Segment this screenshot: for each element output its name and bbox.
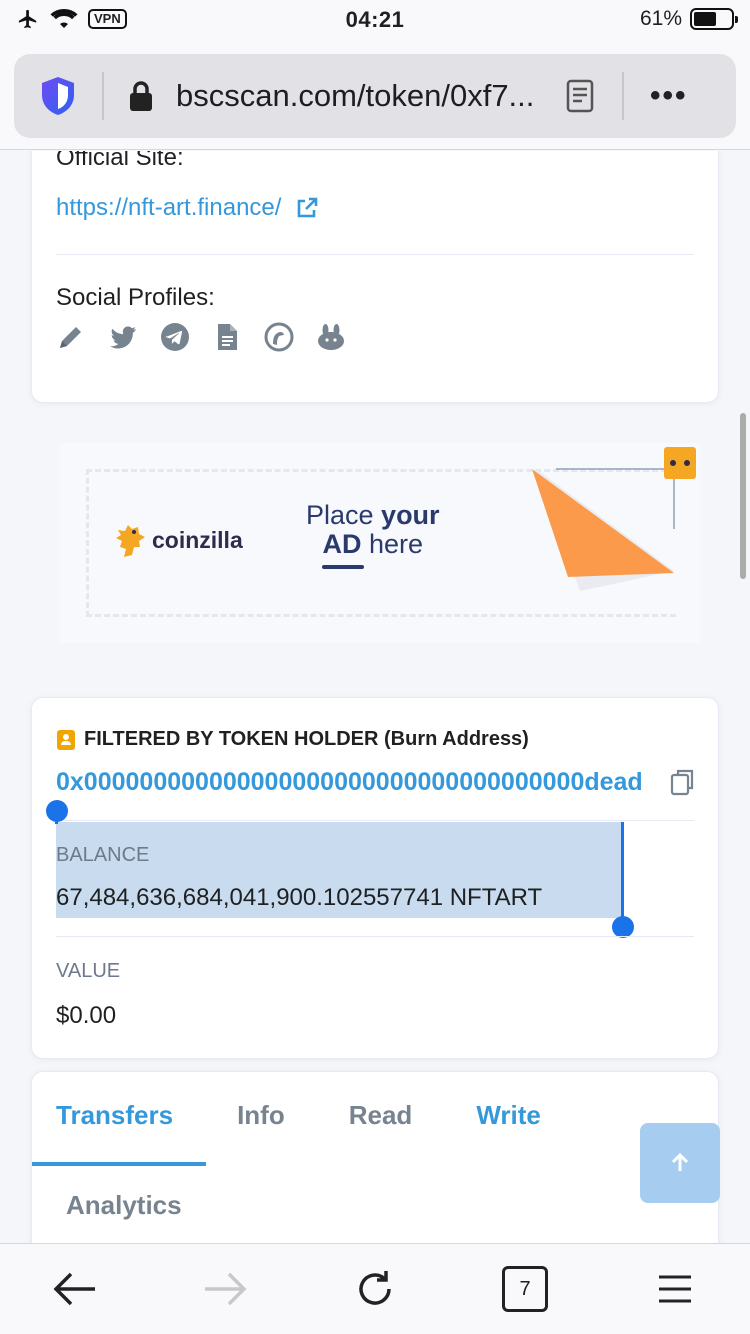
status-bar: VPN 04:21 61% bbox=[0, 0, 750, 42]
place-ad-line1a: Place bbox=[306, 500, 382, 530]
twitter-icon[interactable] bbox=[108, 322, 138, 352]
coingecko-icon[interactable] bbox=[264, 322, 294, 352]
place-ad-line2a: AD bbox=[322, 529, 362, 559]
lock-icon bbox=[130, 81, 152, 111]
document-icon[interactable] bbox=[212, 322, 242, 352]
scroll-to-top-button[interactable] bbox=[640, 1123, 720, 1203]
pencil-icon[interactable] bbox=[56, 322, 86, 352]
social-icons bbox=[56, 322, 346, 352]
coinzilla-text: coinzilla bbox=[152, 526, 243, 553]
filter-title: FILTERED BY TOKEN HOLDER (Burn Address) bbox=[56, 728, 529, 751]
token-holder-card: FILTERED BY TOKEN HOLDER (Burn Address) … bbox=[31, 697, 719, 1059]
holder-address-link[interactable]: 0x000000000000000000000000000000000000de… bbox=[56, 768, 646, 797]
contact-book-icon bbox=[57, 729, 75, 750]
arrow-up-icon bbox=[671, 1152, 689, 1171]
value-label: VALUE bbox=[56, 960, 121, 982]
address-bar[interactable]: bscscan.com/token/0xf7... ••• bbox=[14, 54, 736, 138]
divider bbox=[102, 72, 104, 120]
battery-percent: 61% bbox=[639, 7, 682, 30]
token-info-card: Official Site: https://nft-art.finance/ … bbox=[31, 151, 719, 403]
tab-analytics[interactable]: Analytics bbox=[66, 1190, 182, 1221]
telegram-icon[interactable] bbox=[160, 322, 190, 352]
balance-label: BALANCE bbox=[56, 844, 150, 866]
pancakeswap-icon[interactable] bbox=[316, 322, 346, 352]
ad-underline bbox=[322, 565, 364, 569]
value-amount: $0.00 bbox=[56, 1002, 117, 1029]
forward-button[interactable] bbox=[195, 1259, 255, 1319]
divider bbox=[56, 936, 694, 937]
reload-icon bbox=[359, 1271, 391, 1305]
reload-button[interactable] bbox=[345, 1259, 405, 1319]
official-site-link[interactable]: https://nft-art.finance/ bbox=[56, 194, 281, 222]
official-site-label: Official Site: bbox=[56, 151, 184, 171]
shield-icon[interactable] bbox=[38, 74, 78, 118]
tab-count: 7 bbox=[502, 1266, 548, 1312]
tab-info[interactable]: Info bbox=[237, 1100, 285, 1131]
divider bbox=[56, 254, 694, 255]
browser-bottom-toolbar: 7 bbox=[0, 1243, 750, 1334]
place-ad-line2b: here bbox=[361, 529, 424, 559]
url-text[interactable]: bscscan.com/token/0xf7... bbox=[176, 78, 554, 114]
social-profiles-label: Social Profiles: bbox=[56, 284, 215, 311]
selection-end-handle-line bbox=[621, 822, 624, 918]
coinzilla-logo: coinzilla bbox=[112, 521, 243, 559]
copy-icon[interactable] bbox=[670, 768, 696, 796]
selection-end-handle[interactable] bbox=[612, 916, 634, 938]
status-time: 04:21 bbox=[345, 7, 405, 32]
tab-bar: Transfers Info Read Write bbox=[56, 1100, 605, 1131]
more-menu-icon[interactable]: ••• bbox=[650, 81, 688, 111]
paper-plane-graphic bbox=[532, 447, 696, 591]
hamburger-icon bbox=[659, 1275, 691, 1303]
battery-icon bbox=[690, 8, 738, 30]
tab-transfers[interactable]: Transfers bbox=[56, 1100, 173, 1131]
status-right: 61% bbox=[639, 7, 738, 31]
scrollbar[interactable] bbox=[740, 413, 746, 579]
official-site-link-row[interactable]: https://nft-art.finance/ bbox=[56, 194, 319, 222]
balance-value: 67,484,636,684,041,900.102557741 NFTART bbox=[56, 884, 543, 911]
tab-write[interactable]: Write bbox=[476, 1100, 541, 1131]
tabs-card: Transfers Info Read Write Analytics bbox=[31, 1071, 719, 1243]
place-ad-text: Place your AD here bbox=[306, 501, 440, 559]
active-tab-indicator bbox=[32, 1162, 206, 1166]
reader-mode-icon[interactable] bbox=[566, 79, 594, 113]
external-link-icon bbox=[298, 197, 318, 218]
filter-title-text: FILTERED BY TOKEN HOLDER (Burn Address) bbox=[84, 728, 529, 750]
tabs-button[interactable]: 7 bbox=[495, 1259, 555, 1319]
divider bbox=[56, 820, 694, 821]
menu-button[interactable] bbox=[645, 1259, 705, 1319]
arrow-left-icon bbox=[53, 1272, 95, 1306]
selection-start-handle[interactable] bbox=[46, 800, 68, 822]
ad-banner[interactable]: coinzilla Place your AD here bbox=[60, 443, 700, 643]
tab-read[interactable]: Read bbox=[349, 1100, 413, 1131]
arrow-right-icon bbox=[205, 1272, 247, 1306]
place-ad-line1b: your bbox=[381, 500, 440, 530]
page-content: Official Site: https://nft-art.finance/ … bbox=[0, 151, 750, 1243]
browser-toolbar: bscscan.com/token/0xf7... ••• bbox=[0, 42, 750, 150]
back-button[interactable] bbox=[45, 1259, 105, 1319]
dinosaur-icon bbox=[116, 525, 145, 557]
divider bbox=[622, 72, 624, 120]
